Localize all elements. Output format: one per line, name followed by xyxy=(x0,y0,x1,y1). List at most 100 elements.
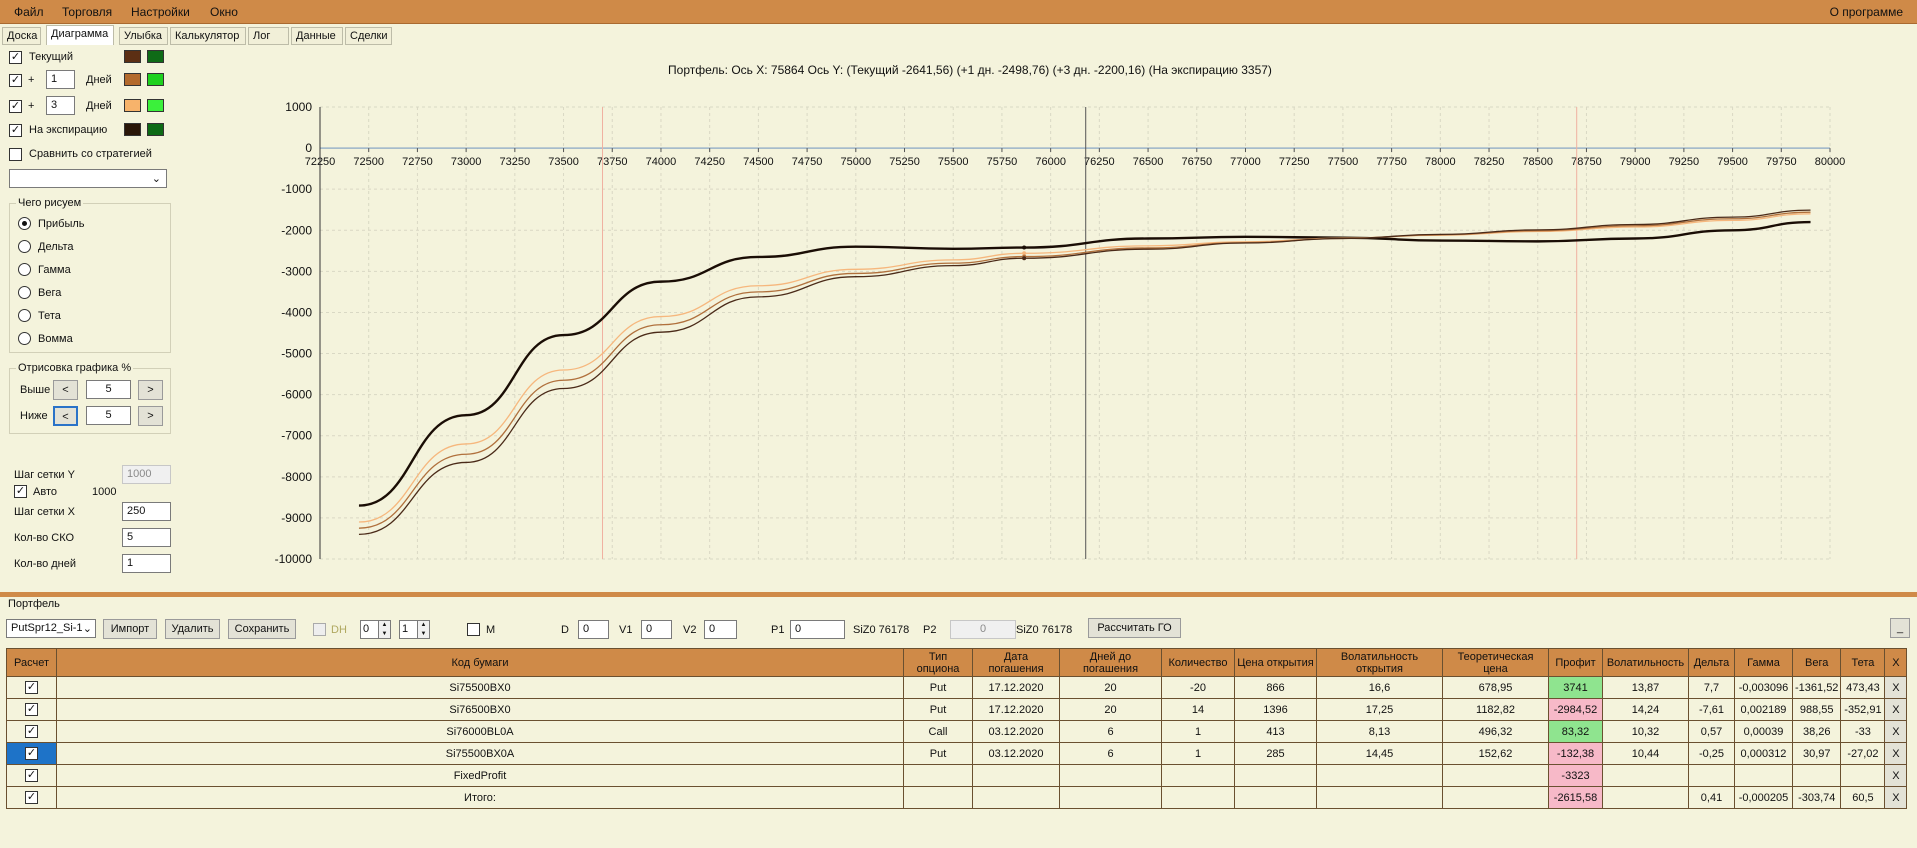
auto-checkbox[interactable]: ✓ xyxy=(14,485,27,498)
menu-window[interactable]: Окно xyxy=(210,5,238,19)
row-calc-checkbox[interactable]: ✓ xyxy=(25,791,38,804)
day-b-loss-swatch[interactable] xyxy=(124,99,141,112)
menu-trade[interactable]: Торговля xyxy=(62,5,112,19)
tab-calculator[interactable]: Калькулятор xyxy=(170,27,246,45)
dh-b-spinner[interactable]: ▲ ▼ xyxy=(417,620,430,639)
dh-checkbox[interactable] xyxy=(313,623,326,636)
below-next-button[interactable]: > xyxy=(138,406,163,426)
col-open-vol[interactable]: Волатильность открытия xyxy=(1316,648,1443,677)
row-calc-cell[interactable]: ✓ xyxy=(6,676,57,699)
col-vega[interactable]: Вега xyxy=(1791,648,1842,677)
col-theo[interactable]: Теоретическая цена xyxy=(1442,648,1549,677)
above-input[interactable]: 5 xyxy=(86,380,131,399)
dh-b-input[interactable]: 1 xyxy=(399,620,419,639)
exp-profit-swatch[interactable] xyxy=(147,123,164,136)
col-date[interactable]: Дата погашения xyxy=(972,648,1060,677)
grid-x-input[interactable]: 250 xyxy=(122,502,171,521)
day-a-checkbox[interactable]: ✓ xyxy=(9,74,22,87)
days-count-input[interactable]: 1 xyxy=(122,554,171,573)
radio-delta[interactable] xyxy=(18,240,31,253)
remove-row-button[interactable]: X xyxy=(1884,698,1908,721)
col-qty[interactable]: Количество xyxy=(1161,648,1235,677)
col-type[interactable]: Тип опциона xyxy=(903,648,973,677)
v1-input[interactable]: 0 xyxy=(641,620,672,639)
table-row[interactable]: ✓ Si76500BX0 Put 17.12.2020 20 14 1396 17,25 118… xyxy=(6,698,1908,721)
radio-vega[interactable] xyxy=(18,286,31,299)
day-b-checkbox[interactable]: ✓ xyxy=(9,100,22,113)
delete-button[interactable]: Удалить xyxy=(165,619,220,639)
radio-gamma[interactable] xyxy=(18,263,31,276)
remove-row-button[interactable]: X xyxy=(1884,786,1908,809)
minimize-button[interactable]: _ xyxy=(1890,618,1910,638)
import-button[interactable]: Импорт xyxy=(103,619,157,639)
remove-row-button[interactable]: X xyxy=(1884,676,1908,699)
dh-a-input[interactable]: 0 xyxy=(360,620,380,639)
row-calc-checkbox[interactable]: ✓ xyxy=(25,747,38,760)
row-calc-cell[interactable]: ✓ xyxy=(6,786,57,809)
remove-row-button[interactable]: X xyxy=(1884,720,1908,743)
table-row[interactable]: ✓ Si75500BX0A Put 03.12.2020 6 1 285 14,45 152,6… xyxy=(6,742,1908,765)
col-gamma[interactable]: Гамма xyxy=(1734,648,1793,677)
dh-a-spinner[interactable]: ▲ ▼ xyxy=(378,620,391,639)
row-calc-checkbox[interactable]: ✓ xyxy=(25,769,38,782)
day-b-profit-swatch[interactable] xyxy=(147,99,164,112)
menu-about[interactable]: О программе xyxy=(1830,5,1903,19)
m-checkbox[interactable] xyxy=(467,623,480,636)
tab-data[interactable]: Данные xyxy=(291,27,343,45)
radio-theta[interactable] xyxy=(18,309,31,322)
p2-input[interactable]: 0 xyxy=(950,620,1016,639)
menu-settings[interactable]: Настройки xyxy=(131,5,190,19)
col-delta[interactable]: Дельта xyxy=(1688,648,1735,677)
row-calc-checkbox[interactable]: ✓ xyxy=(25,725,38,738)
current-checkbox[interactable]: ✓ xyxy=(9,51,22,64)
below-prev-button[interactable]: < xyxy=(53,406,78,426)
strategy-select[interactable]: ⌄ xyxy=(9,169,167,188)
col-theta[interactable]: Тета xyxy=(1840,648,1886,677)
day-a-loss-swatch[interactable] xyxy=(124,73,141,86)
days-b-input[interactable]: 3 xyxy=(46,96,75,115)
col-code[interactable]: Код бумаги xyxy=(56,648,904,677)
col-days[interactable]: Дней до погашения xyxy=(1059,648,1162,677)
below-input[interactable]: 5 xyxy=(86,406,131,425)
compare-checkbox[interactable] xyxy=(9,148,22,161)
save-button[interactable]: Сохранить xyxy=(228,619,296,639)
above-next-button[interactable]: > xyxy=(138,380,163,400)
calc-go-button[interactable]: Рассчитать ГО xyxy=(1088,618,1181,638)
grid-y-input[interactable]: 1000 xyxy=(122,465,171,484)
row-calc-checkbox[interactable]: ✓ xyxy=(25,703,38,716)
table-row[interactable]: ✓ Si76000BL0A Call 03.12.2020 6 1 413 8,13 496,3… xyxy=(6,720,1908,743)
tab-board[interactable]: Доска xyxy=(2,27,41,45)
col-open-price[interactable]: Цена открытия xyxy=(1234,648,1317,677)
menu-file[interactable]: Файл xyxy=(14,5,44,19)
above-prev-button[interactable]: < xyxy=(53,380,78,400)
current-profit-swatch[interactable] xyxy=(147,50,164,63)
table-row[interactable]: ✓ FixedProfit -3323 X xyxy=(6,764,1908,787)
exp-loss-swatch[interactable] xyxy=(124,123,141,136)
table-row[interactable]: ✓ Итого: -2615,58 0,41 -0,000205 -303,74 60,5 X xyxy=(6,786,1908,809)
row-calc-checkbox[interactable]: ✓ xyxy=(25,681,38,694)
table-row[interactable]: ✓ Si75500BX0 Put 17.12.2020 20 -20 866 16,6 678,… xyxy=(6,676,1908,699)
panel-divider[interactable] xyxy=(0,592,1917,597)
tab-diagram[interactable]: Диаграмма xyxy=(46,25,114,45)
row-calc-cell[interactable]: ✓ xyxy=(6,720,57,743)
tab-smile[interactable]: Улыбка xyxy=(119,27,168,45)
day-a-profit-swatch[interactable] xyxy=(147,73,164,86)
radio-profit[interactable] xyxy=(18,217,31,230)
p1-input[interactable]: 0 xyxy=(790,620,845,639)
sko-input[interactable]: 5 xyxy=(122,528,171,547)
row-calc-cell[interactable]: ✓ xyxy=(6,742,57,765)
days-a-input[interactable]: 1 xyxy=(46,70,75,89)
current-loss-swatch[interactable] xyxy=(124,50,141,63)
v2-input[interactable]: 0 xyxy=(704,620,737,639)
remove-row-button[interactable]: X xyxy=(1884,742,1908,765)
row-calc-cell[interactable]: ✓ xyxy=(6,698,57,721)
row-calc-cell[interactable]: ✓ xyxy=(6,764,57,787)
col-vol[interactable]: Волатильность xyxy=(1602,648,1689,677)
portfolio-select[interactable]: PutSpr12_Si-1 ⌄ xyxy=(6,619,96,638)
col-profit[interactable]: Профит xyxy=(1548,648,1603,677)
col-calc[interactable]: Расчет xyxy=(6,648,57,677)
d-input[interactable]: 0 xyxy=(578,620,609,639)
remove-row-button[interactable]: X xyxy=(1884,764,1908,787)
tab-deals[interactable]: Сделки xyxy=(345,27,392,45)
expiration-checkbox[interactable]: ✓ xyxy=(9,124,22,137)
